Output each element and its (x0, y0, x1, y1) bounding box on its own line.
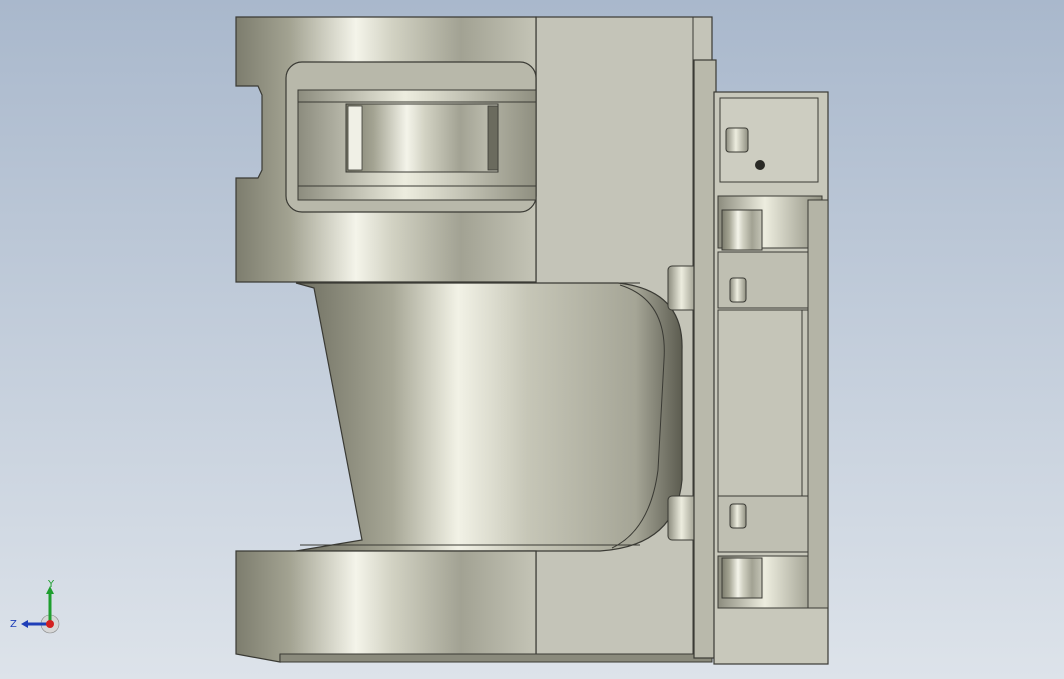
bottom-housing (235, 550, 537, 663)
3d-part-model[interactable] (0, 0, 1064, 679)
cad-graphics-viewport[interactable]: Y Z (0, 0, 1064, 679)
x-axis-marker (46, 620, 54, 628)
y-axis-label: Y (47, 579, 55, 590)
mount-plate (693, 59, 717, 659)
z-axis-label: Z (10, 619, 17, 630)
conical-cup (295, 282, 683, 552)
orientation-triad: Y Z (10, 579, 60, 634)
